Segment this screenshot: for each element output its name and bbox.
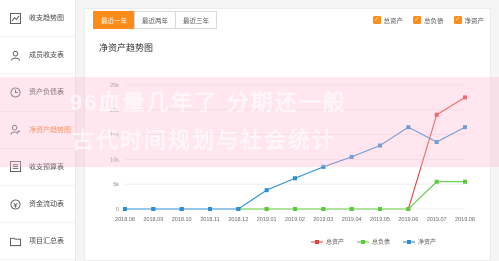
y-tick-label: 5k bbox=[113, 182, 119, 188]
data-point bbox=[463, 95, 467, 100]
data-point bbox=[151, 207, 156, 211]
y-tick-label: 0 bbox=[116, 207, 119, 213]
line-chart: 0 5k 10k 15k 20k 25k 2018.08 2018.09 2018.10 2018… bbox=[110, 83, 475, 246]
x-tick-label: 2018.09 bbox=[143, 217, 163, 223]
user-icon bbox=[10, 50, 21, 61]
x-tick-label: 2019.06 bbox=[398, 217, 418, 223]
data-point bbox=[321, 164, 326, 169]
x-tick-label: 2018.11 bbox=[200, 217, 219, 223]
clock-icon bbox=[10, 87, 21, 98]
x-tick-label: 2019.08 bbox=[455, 217, 475, 223]
sidebar-item-balance-sheet[interactable]: 资产负债表 bbox=[0, 74, 75, 112]
y-tick-label: 15k bbox=[110, 133, 119, 139]
legend-label: 总资产 bbox=[326, 238, 344, 246]
data-point bbox=[378, 143, 382, 148]
data-point bbox=[123, 207, 127, 211]
sidebar-item-income-trend[interactable]: 收支趋势图 bbox=[0, 0, 75, 38]
data-point bbox=[434, 179, 439, 184]
data-point bbox=[293, 207, 297, 211]
data-point bbox=[406, 125, 411, 130]
data-point bbox=[463, 179, 467, 184]
x-tick-label: 2019.02 bbox=[285, 217, 305, 223]
series-line bbox=[125, 126, 466, 210]
sidebar-item-label: 收支预算表 bbox=[29, 163, 64, 171]
x-tick-label: 2019.01 bbox=[257, 217, 277, 223]
budget-icon bbox=[10, 161, 21, 173]
sidebar-item-budget[interactable]: 收支预算表 bbox=[0, 149, 75, 186]
legend-swatch bbox=[361, 240, 365, 244]
sidebar-item-label: 成员收支表 bbox=[29, 52, 64, 60]
legend-swatch bbox=[315, 240, 319, 244]
sidebar-item-label: 资金流动表 bbox=[29, 201, 64, 209]
y-tick-label: 20k bbox=[110, 108, 119, 114]
data-point bbox=[264, 207, 269, 211]
folder-icon bbox=[10, 236, 21, 247]
chart-card: 最近一年 最近两年 最近三年 ✓ 总资产 ✓ 总负债 ✓ 净资产 净资产趋势图 0 5k… bbox=[84, 8, 491, 261]
sidebar-item-label: 项目汇总表 bbox=[29, 238, 64, 246]
x-tick-label: 2018.08 bbox=[115, 217, 135, 223]
data-point bbox=[406, 207, 411, 211]
data-point bbox=[349, 154, 354, 159]
legend-swatch bbox=[407, 240, 411, 244]
legend-label: 净资产 bbox=[418, 238, 436, 246]
data-point bbox=[434, 140, 439, 145]
x-tick-label: 2019.05 bbox=[370, 217, 390, 223]
y-tick-label: 25k bbox=[110, 83, 119, 89]
x-tick-label: 2018.10 bbox=[172, 217, 192, 223]
cashflow-icon bbox=[10, 198, 21, 210]
user-chart-icon bbox=[10, 124, 21, 135]
data-point bbox=[463, 125, 467, 130]
x-tick-label: 2019.07 bbox=[427, 217, 447, 223]
sidebar-item-label: 净资产趋势图 bbox=[29, 126, 71, 134]
sidebar-item-project-summary[interactable]: 项目汇总表 bbox=[0, 223, 75, 261]
data-point bbox=[378, 207, 382, 211]
sidebar: 收支趋势图 成员收支表 资产负债表 净资产趋势图 收支预算表 资金流动表 项目汇… bbox=[0, 0, 76, 261]
data-point bbox=[264, 188, 269, 193]
x-tick-label: 2019.03 bbox=[313, 217, 333, 223]
x-tick-label: 2018.12 bbox=[228, 217, 248, 223]
data-point bbox=[236, 207, 241, 211]
data-point bbox=[293, 176, 297, 181]
x-tick-label: 2019.04 bbox=[342, 217, 362, 223]
data-point bbox=[208, 207, 212, 211]
sidebar-item-net-asset-trend[interactable]: 净资产趋势图 bbox=[0, 112, 75, 149]
legend-label: 总负债 bbox=[372, 238, 390, 246]
sidebar-item-member-income[interactable]: 成员收支表 bbox=[0, 37, 75, 75]
app-window: 收支趋势图 成员收支表 资产负债表 净资产趋势图 收支预算表 资金流动表 项目汇… bbox=[0, 0, 499, 261]
trend-icon bbox=[10, 12, 21, 24]
y-tick-label: 10k bbox=[110, 157, 119, 163]
main-content: 最近一年 最近两年 最近三年 ✓ 总资产 ✓ 总负债 ✓ 净资产 净资产趋势图 0 5k… bbox=[76, 0, 499, 261]
data-point bbox=[349, 207, 354, 211]
data-point bbox=[434, 112, 439, 117]
data-point bbox=[179, 207, 184, 211]
series-line bbox=[125, 96, 466, 210]
data-point bbox=[321, 207, 326, 211]
sidebar-item-cash-flow[interactable]: 资金流动表 bbox=[0, 186, 75, 224]
sidebar-item-label: 收支趋势图 bbox=[29, 15, 64, 23]
sidebar-item-label: 资产负债表 bbox=[29, 89, 64, 97]
series-line bbox=[125, 181, 465, 210]
